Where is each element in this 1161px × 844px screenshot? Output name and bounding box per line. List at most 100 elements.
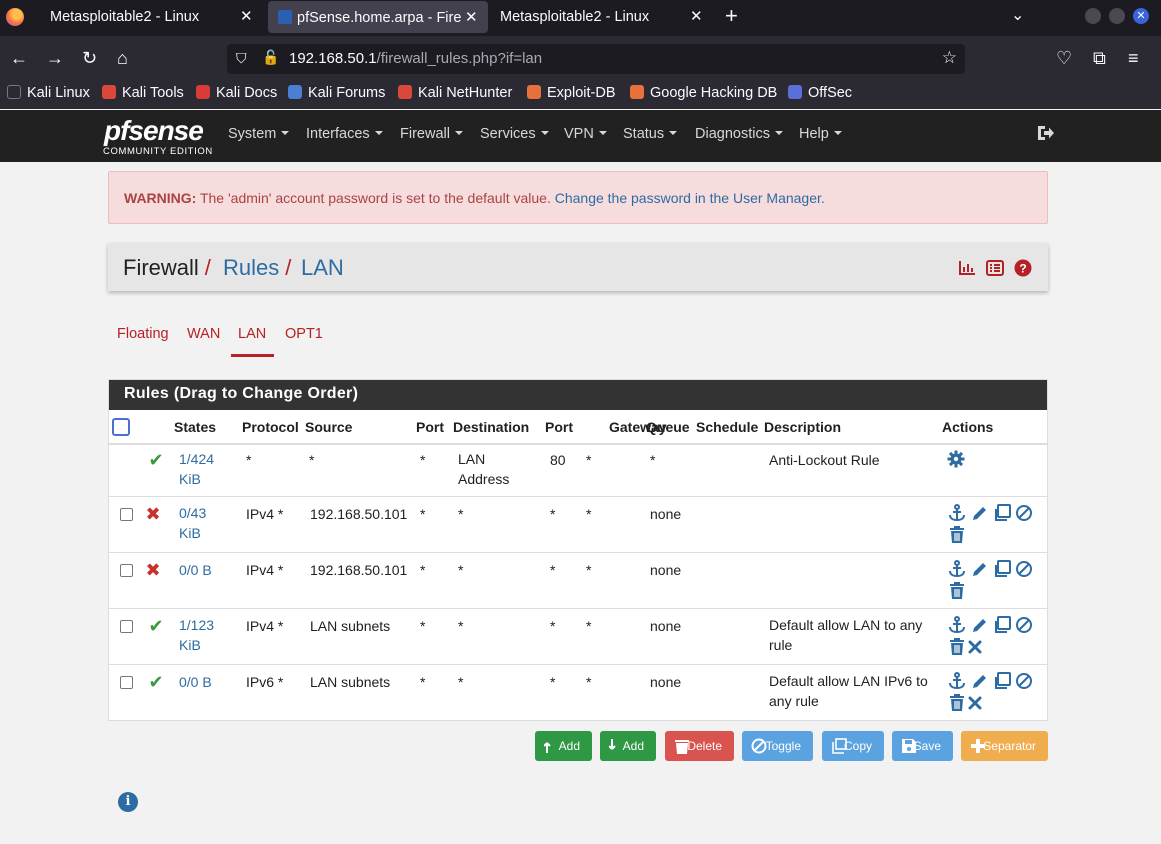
disable-ban-icon[interactable] (1015, 672, 1033, 690)
trash-icon[interactable] (948, 526, 966, 544)
tab-lan[interactable]: LAN (238, 326, 266, 342)
menu-help[interactable]: Help (799, 126, 842, 142)
states-link[interactable]: 1/424 KiB (179, 449, 214, 489)
pfsense-logo[interactable]: pfsense COMMUNITY EDITION (103, 115, 213, 159)
add-rule-bottom-button[interactable]: Add (600, 731, 656, 761)
save-button[interactable]: Save (892, 731, 953, 761)
copy-button[interactable]: Copy (822, 731, 884, 761)
breadcrumb-rules[interactable]: Rules / (223, 255, 291, 281)
delete-button[interactable]: Delete (665, 731, 734, 761)
info-icon[interactable]: i (118, 792, 138, 812)
bookmark-kali-tools[interactable]: Kali Tools (102, 85, 184, 101)
edit-pencil-icon[interactable] (971, 504, 989, 522)
edit-pencil-icon[interactable] (971, 560, 989, 578)
tab-wan[interactable]: WAN (187, 326, 220, 342)
bookmark-kali-forums[interactable]: Kali Forums (288, 85, 385, 101)
tracking-shield-icon[interactable]: ⛉ (236, 50, 247, 67)
edit-pencil-icon[interactable] (971, 672, 989, 690)
menu-vpn[interactable]: VPN (564, 126, 607, 142)
reload-icon[interactable]: ↻ (82, 48, 97, 68)
bookmark-kali-linux[interactable]: Kali Linux (7, 85, 90, 101)
close-window-icon[interactable]: ✕ (1133, 8, 1149, 24)
bookmark-exploit-db[interactable]: Exploit-DB (527, 85, 616, 101)
bookmark-star-icon[interactable]: ☆ (942, 48, 957, 68)
menu-system[interactable]: System (228, 126, 290, 142)
trash-icon[interactable] (948, 582, 966, 600)
col-schedule[interactable]: Schedule (696, 419, 758, 435)
help-icon[interactable]: ? (1014, 259, 1032, 277)
menu-status[interactable]: Status (623, 126, 678, 142)
extensions-icon[interactable]: ⧉ (1093, 48, 1106, 68)
trash-icon[interactable] (948, 694, 966, 712)
close-tab-icon[interactable]: ✕ (240, 0, 253, 34)
disable-ban-icon[interactable] (1015, 616, 1033, 634)
delete-x-icon[interactable] (966, 638, 984, 656)
bookmark-google-hacking-db[interactable]: Google Hacking DB (630, 85, 777, 101)
tab-opt1[interactable]: OPT1 (285, 326, 323, 342)
bookmark-kali-docs[interactable]: Kali Docs (196, 85, 277, 101)
col-source[interactable]: Source (305, 419, 352, 435)
disable-ban-icon[interactable] (1015, 560, 1033, 578)
new-tab-icon[interactable]: + (725, 4, 738, 28)
change-password-link[interactable]: Change the password in the User Manager. (555, 190, 825, 206)
row-checkbox[interactable] (120, 676, 133, 689)
pocket-icon[interactable]: ♡ (1056, 48, 1072, 68)
col-protocol[interactable]: Protocol (242, 419, 299, 435)
states-link[interactable]: 0/0 B (179, 562, 212, 578)
connection-lock-icon[interactable]: 🔓 (262, 49, 279, 66)
bookmark-kali-nethunter[interactable]: Kali NetHunter (398, 85, 512, 101)
logout-icon[interactable] (1036, 124, 1054, 142)
col-dest-port[interactable]: Port (545, 419, 573, 435)
bookmark-offsec[interactable]: OffSec (788, 85, 852, 101)
toggle-button[interactable]: Toggle (742, 731, 813, 761)
states-link[interactable]: 0/0 B (179, 674, 212, 690)
close-tab-icon[interactable]: ✕ (690, 0, 703, 34)
anchor-icon[interactable] (948, 504, 966, 522)
row-checkbox[interactable] (120, 620, 133, 633)
states-link[interactable]: 1/123 KiB (179, 615, 214, 655)
add-rule-top-button[interactable]: Add (535, 731, 592, 761)
forward-icon[interactable]: → (46, 48, 64, 68)
gear-icon[interactable] (947, 450, 965, 468)
browser-tab[interactable]: Metasploitable2 - Linux ✕ (484, 0, 716, 34)
col-destination[interactable]: Destination (453, 419, 529, 435)
anchor-icon[interactable] (948, 560, 966, 578)
anchor-icon[interactable] (948, 672, 966, 690)
copy-icon[interactable] (993, 504, 1011, 522)
app-menu-icon[interactable]: ≡ (1128, 48, 1139, 68)
delete-x-icon[interactable] (966, 694, 984, 712)
menu-diagnostics[interactable]: Diagnostics (695, 126, 783, 142)
select-all-checkbox[interactable] (112, 418, 130, 436)
edit-pencil-icon[interactable] (971, 616, 989, 634)
disable-ban-icon[interactable] (1015, 504, 1033, 522)
close-tab-icon[interactable]: ✕ (465, 1, 478, 35)
menu-interfaces[interactable]: Interfaces (306, 126, 383, 142)
copy-icon[interactable] (993, 616, 1011, 634)
anchor-icon[interactable] (948, 616, 966, 634)
browser-tab-active[interactable]: pfSense.home.arpa - Fire ✕ (268, 1, 488, 33)
home-icon[interactable]: ⌂ (117, 48, 128, 68)
breadcrumb-lan[interactable]: LAN (301, 255, 344, 281)
col-description[interactable]: Description (764, 419, 841, 435)
maximize-window-icon[interactable] (1109, 8, 1125, 24)
menu-services[interactable]: Services (480, 126, 549, 142)
url-bar[interactable]: ⛉ 🔓 192.168.50.1/firewall_rules.php?if=l… (227, 44, 965, 74)
separator-button[interactable]: Separator (961, 731, 1048, 761)
states-link[interactable]: 0/43 KiB (179, 503, 206, 543)
list-tabs-icon[interactable]: ⌄ (1011, 5, 1024, 25)
tab-floating[interactable]: Floating (117, 326, 169, 342)
copy-icon[interactable] (993, 560, 1011, 578)
list-icon[interactable] (986, 259, 1004, 277)
col-states[interactable]: States (174, 419, 216, 435)
row-checkbox[interactable] (120, 508, 133, 521)
copy-icon[interactable] (993, 672, 1011, 690)
url-text[interactable]: 192.168.50.1/firewall_rules.php?if=lan (289, 50, 542, 67)
chart-icon[interactable] (958, 259, 976, 277)
back-icon[interactable]: ← (10, 48, 28, 68)
trash-icon[interactable] (948, 638, 966, 656)
minimize-window-icon[interactable] (1085, 8, 1101, 24)
col-source-port[interactable]: Port (416, 419, 444, 435)
browser-tab[interactable]: Metasploitable2 - Linux ✕ (34, 0, 266, 34)
col-queue[interactable]: Queue (646, 419, 690, 435)
row-checkbox[interactable] (120, 564, 133, 577)
